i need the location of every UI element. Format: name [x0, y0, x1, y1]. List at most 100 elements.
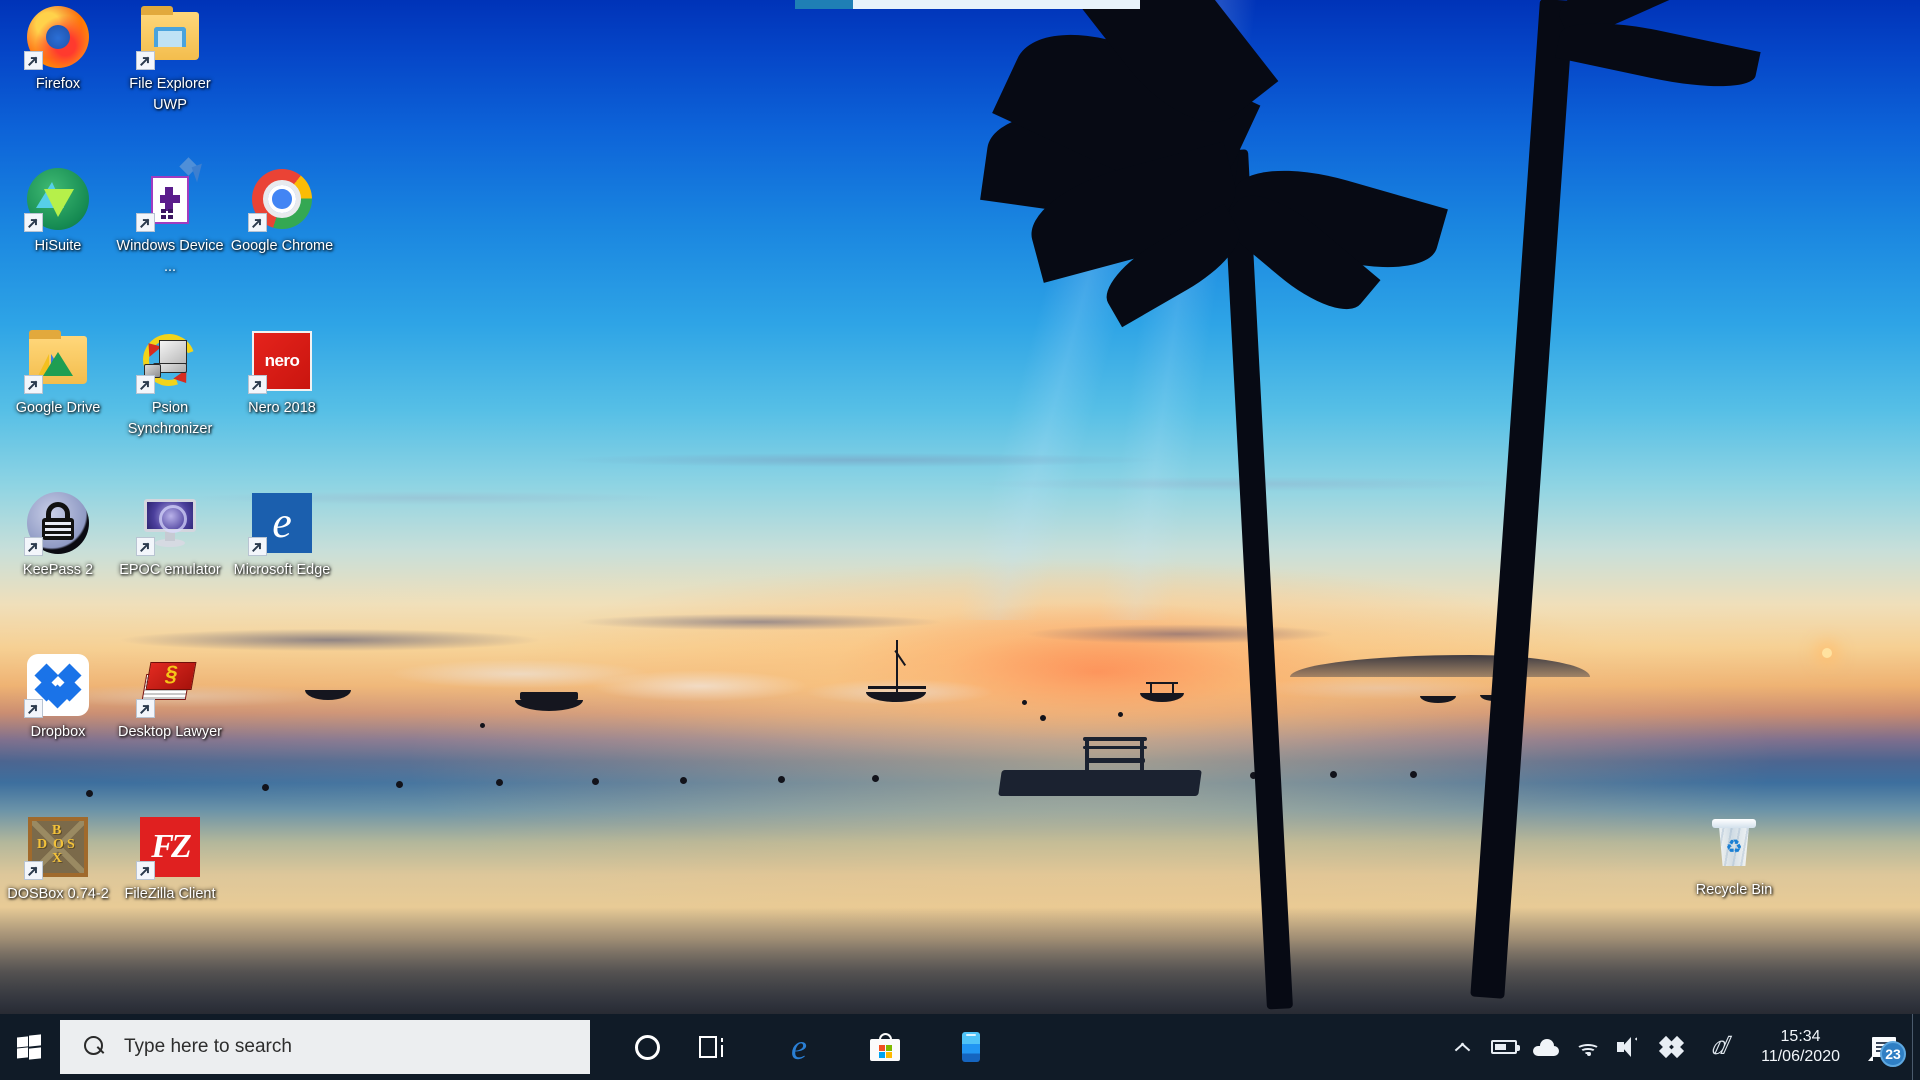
- tray-pen-workspace[interactable]: ⅆ: [1693, 1014, 1745, 1080]
- desktop-icon-label: FileZilla Client: [124, 886, 216, 902]
- desktop-icon-google-chrome[interactable]: Google Chrome: [228, 168, 336, 257]
- desktop-icon-hisuite[interactable]: HiSuite: [4, 168, 112, 257]
- desktop-icon-nero-2018[interactable]: nero Nero 2018: [228, 330, 336, 419]
- clock-date: 11/06/2020: [1761, 1048, 1840, 1065]
- tray-volume[interactable]: [1609, 1014, 1651, 1080]
- desktop-icon-dropbox[interactable]: Dropbox: [4, 654, 112, 743]
- desktop-icon-psion-synchronizer[interactable]: Psion Synchronizer: [116, 325, 224, 440]
- taskbar-button-edge[interactable]: e: [766, 1014, 832, 1080]
- shortcut-arrow-icon: [24, 537, 43, 556]
- shortcut-arrow-icon: [24, 51, 43, 70]
- search-placeholder: Type here to search: [124, 1036, 292, 1057]
- shortcut-arrow-icon: [24, 861, 43, 880]
- google-drive-icon: [24, 330, 89, 394]
- taskbar[interactable]: Type here to search e ⅆ 15:34 11/06/2020…: [0, 1014, 1920, 1080]
- desktop-icon-label: KeePass 2: [22, 562, 94, 578]
- dropbox-icon: [1659, 1035, 1685, 1059]
- keepass-icon: [24, 492, 89, 556]
- show-desktop-button[interactable]: [1912, 1014, 1920, 1080]
- search-input[interactable]: Type here to search: [60, 1020, 590, 1074]
- desktop-icon-label: HiSuite: [34, 238, 82, 254]
- shortcut-arrow-icon: [136, 861, 155, 880]
- tray-onedrive[interactable]: [1525, 1014, 1567, 1080]
- desktop-icon-firefox[interactable]: Firefox: [4, 6, 112, 95]
- desktop-icon-label: Windows Device ...: [116, 238, 224, 276]
- pen-icon: ⅆ: [1710, 1034, 1728, 1060]
- desktop-icon-label: Desktop Lawyer: [118, 724, 222, 740]
- notification-badge: 23: [1880, 1041, 1906, 1067]
- taskbar-button-task-view[interactable]: [680, 1014, 746, 1080]
- desktop-icon-google-drive[interactable]: Google Drive: [4, 330, 112, 419]
- system-tray[interactable]: ⅆ 15:34 11/06/2020 23: [1441, 1014, 1920, 1080]
- chevron-up-icon: [1455, 1043, 1470, 1052]
- desktop-icon-label: Nero 2018: [248, 400, 316, 416]
- desktop-lawyer-icon: [136, 654, 201, 718]
- wifi-icon: [1575, 1038, 1601, 1057]
- edge-icon: e: [791, 1027, 807, 1067]
- shortcut-arrow-icon: [136, 375, 155, 394]
- shortcut-arrow-icon: [24, 375, 43, 394]
- desktop-icon-label: Google Chrome: [230, 238, 334, 254]
- store-bag-icon: [870, 1033, 900, 1061]
- shortcut-arrow-icon: [248, 537, 267, 556]
- desktop-icon-file-explorer-uwp[interactable]: File Explorer UWP: [116, 6, 224, 116]
- desktop-icon-label: Firefox: [35, 76, 81, 92]
- filezilla-icon: FZ: [136, 816, 201, 880]
- tray-battery[interactable]: [1483, 1014, 1525, 1080]
- taskbar-button-your-phone[interactable]: [938, 1014, 1004, 1080]
- hisuite-icon: [24, 168, 89, 232]
- firefox-icon: [24, 6, 89, 70]
- speaker-icon: [1617, 1037, 1643, 1057]
- dropbox-icon: [24, 654, 89, 718]
- desktop-icon-grid: Firefox File Explorer UWP HiSuite Window…: [0, 0, 1920, 1080]
- desktop-icon-desktop-lawyer[interactable]: Desktop Lawyer: [116, 654, 224, 743]
- desktop-icon-keepass-2[interactable]: KeePass 2: [4, 492, 112, 581]
- shortcut-arrow-icon: [248, 213, 267, 232]
- shortcut-arrow-icon: [248, 375, 267, 394]
- desktop-icon-epoc-emulator[interactable]: EPOC emulator: [116, 492, 224, 581]
- desktop-icon-label: Google Drive: [15, 400, 101, 416]
- phone-icon: [962, 1032, 980, 1062]
- desktop-icon-label: Recycle Bin: [1695, 882, 1773, 898]
- desktop-icon-label: Dropbox: [30, 724, 86, 740]
- windows-device-recovery-icon: [136, 157, 208, 232]
- nero-icon: nero: [248, 330, 313, 394]
- recycle-bin-icon: ♻: [1703, 812, 1765, 874]
- shortcut-arrow-icon: [136, 51, 155, 70]
- start-button[interactable]: [0, 1014, 58, 1080]
- task-view-icon: [699, 1036, 727, 1058]
- shortcut-arrow-icon: [24, 213, 43, 232]
- shortcut-arrow-icon: [136, 699, 155, 718]
- taskbar-button-cortana[interactable]: [614, 1014, 680, 1080]
- dosbox-icon: B D O S X: [24, 816, 89, 880]
- folder-icon: [136, 6, 201, 70]
- desktop-icon-dosbox[interactable]: B D O S X DOSBox 0.74-2: [4, 816, 112, 905]
- cloud-icon: [1533, 1038, 1560, 1056]
- shortcut-arrow-icon: [24, 699, 43, 718]
- desktop-icon-label: DOSBox 0.74-2: [7, 886, 109, 902]
- tray-network[interactable]: [1567, 1014, 1609, 1080]
- desktop-icon-label: EPOC emulator: [119, 562, 221, 578]
- tray-dropbox[interactable]: [1651, 1014, 1693, 1080]
- desktop-icon-windows-device[interactable]: Windows Device ...: [116, 157, 224, 278]
- epoc-emulator-icon: [136, 492, 201, 556]
- notification-center-button[interactable]: 23: [1856, 1014, 1912, 1080]
- desktop-icon-recycle-bin[interactable]: ♻ Recycle Bin: [1680, 812, 1788, 901]
- desktop-icon-label: Microsoft Edge: [233, 562, 331, 578]
- windows-logo-icon: [17, 1034, 41, 1060]
- taskbar-button-store[interactable]: [852, 1014, 918, 1080]
- shortcut-arrow-icon: [136, 213, 155, 232]
- desktop-icon-microsoft-edge[interactable]: e Microsoft Edge: [228, 492, 336, 581]
- chrome-icon: [248, 168, 313, 232]
- desktop-icon-label: Psion Synchronizer: [127, 400, 213, 438]
- clock-time: 15:34: [1780, 1028, 1821, 1046]
- tray-show-hidden-icons[interactable]: [1441, 1014, 1483, 1080]
- edge-icon: e: [248, 492, 313, 556]
- psion-synchronizer-icon: [134, 325, 204, 395]
- desktop[interactable]: Firefox File Explorer UWP HiSuite Window…: [0, 0, 1920, 1080]
- search-icon: [84, 1036, 106, 1058]
- cortana-circle-icon: [634, 1034, 660, 1060]
- desktop-icon-filezilla-client[interactable]: FZ FileZilla Client: [116, 816, 224, 905]
- desktop-icon-label: File Explorer UWP: [129, 76, 211, 114]
- taskbar-clock[interactable]: 15:34 11/06/2020: [1745, 1014, 1856, 1080]
